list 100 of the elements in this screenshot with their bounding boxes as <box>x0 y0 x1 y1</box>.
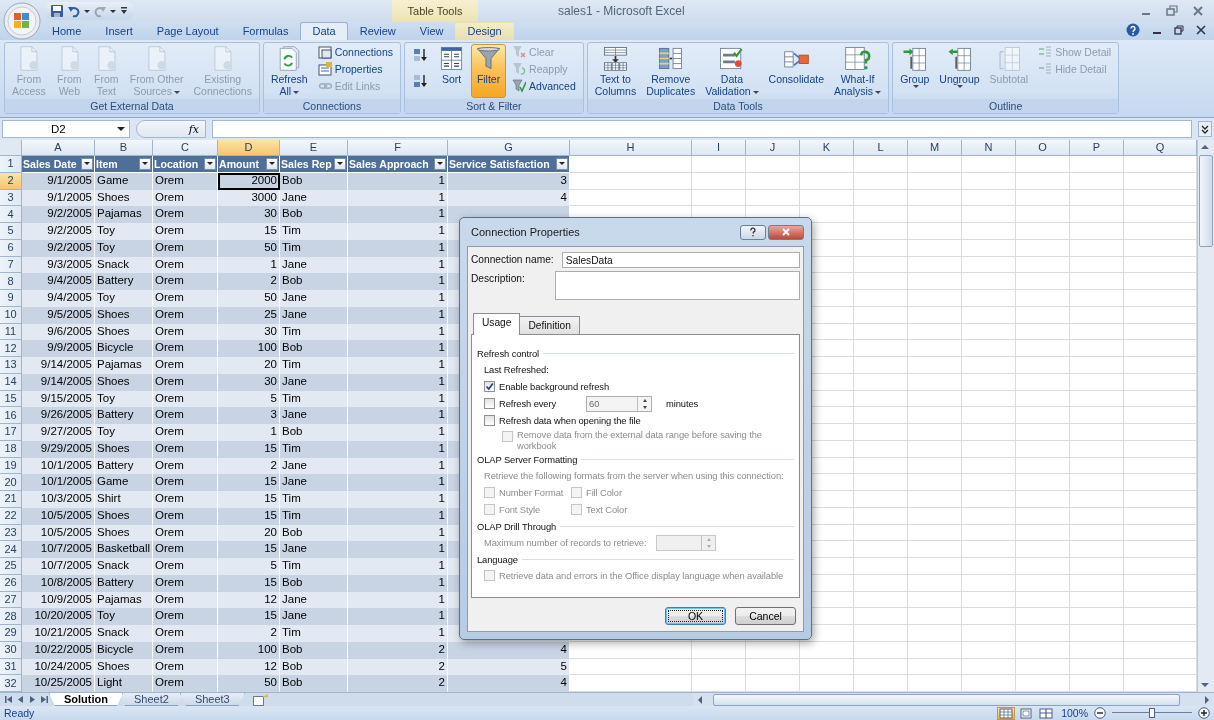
dialog-button[interactable]: Cancel <box>735 607 796 625</box>
table-cell[interactable]: Orem <box>153 206 218 223</box>
table-cell[interactable]: Basketball <box>95 541 153 558</box>
grid-cell[interactable] <box>1016 390 1070 408</box>
grid-cell[interactable] <box>1070 373 1124 391</box>
grid-cell[interactable] <box>1016 373 1070 391</box>
table-cell[interactable]: Tim <box>280 625 348 642</box>
grid-cell[interactable] <box>1016 407 1070 424</box>
grid-cell[interactable] <box>1016 424 1070 441</box>
row-header[interactable]: 12 <box>0 340 22 357</box>
table-cell[interactable]: 5 <box>218 558 280 575</box>
column-header[interactable]: I <box>692 140 746 156</box>
checkbox[interactable] <box>484 398 495 409</box>
row-header[interactable]: 20 <box>0 474 22 491</box>
row-header[interactable]: 32 <box>0 675 22 692</box>
grid-cell[interactable] <box>1070 273 1124 290</box>
help-button[interactable] <box>740 224 766 240</box>
grid-cell[interactable] <box>854 457 908 475</box>
grid-cell[interactable] <box>908 206 962 223</box>
grid-cell[interactable] <box>908 273 962 290</box>
table-cell[interactable]: Jane <box>280 541 348 558</box>
table-cell[interactable]: Bob <box>280 424 348 441</box>
grid-cell[interactable] <box>908 608 962 625</box>
grid-cell[interactable] <box>962 239 1016 257</box>
filter-dropdown-button[interactable] <box>556 157 568 170</box>
name-box[interactable]: D2 <box>2 120 130 138</box>
column-header[interactable]: M <box>908 140 962 156</box>
row-header[interactable]: 5 <box>0 223 22 240</box>
grid-cell[interactable] <box>800 156 854 173</box>
grid-cell[interactable] <box>570 156 692 173</box>
grid-cell[interactable] <box>1016 189 1070 207</box>
grid-cell[interactable] <box>962 306 1016 324</box>
table-cell[interactable]: Orem <box>153 541 218 558</box>
grid-cell[interactable] <box>746 189 800 207</box>
ribbon-button[interactable]: What-If Analysis <box>830 44 886 98</box>
grid-cell[interactable] <box>1016 541 1070 558</box>
table-cell[interactable]: Orem <box>153 357 218 374</box>
grid-cell[interactable] <box>1070 541 1124 558</box>
table-cell[interactable]: 50 <box>218 290 280 307</box>
grid-cell[interactable] <box>854 407 908 424</box>
ribbon-button[interactable]: Properties <box>313 61 398 77</box>
grid-cell[interactable] <box>1016 641 1070 659</box>
grid-cell[interactable] <box>908 172 962 190</box>
previous-sheet-icon[interactable] <box>16 695 25 704</box>
ribbon-button[interactable]: Group <box>896 44 934 98</box>
sheet-tab[interactable]: Solution <box>49 693 123 706</box>
table-cell[interactable]: 10/7/2005 <box>22 541 95 558</box>
table-cell[interactable]: 2 <box>348 675 448 692</box>
ribbon-button[interactable]: Advanced <box>508 78 580 94</box>
grid-cell[interactable] <box>692 172 746 190</box>
grid-cell[interactable] <box>1016 474 1070 491</box>
grid-cell[interactable] <box>570 641 692 659</box>
select-all-button[interactable] <box>0 140 22 156</box>
grid-cell[interactable] <box>962 541 1016 558</box>
table-cell[interactable]: 20 <box>218 357 280 374</box>
grid-cell[interactable] <box>1016 591 1070 609</box>
insert-function-button[interactable]: fx <box>188 122 199 136</box>
dialog-tab[interactable]: Definition <box>519 316 580 334</box>
column-header[interactable]: N <box>962 140 1016 156</box>
grid-cell[interactable] <box>854 440 908 458</box>
column-header[interactable]: H <box>570 140 692 156</box>
column-header[interactable]: P <box>1070 140 1124 156</box>
table-cell[interactable]: Orem <box>153 474 218 491</box>
grid-cell[interactable] <box>1070 290 1124 307</box>
grid-cell[interactable] <box>800 658 854 676</box>
grid-cell[interactable] <box>962 290 1016 307</box>
table-cell[interactable]: Shirt <box>95 491 153 508</box>
table-cell[interactable]: 1 <box>348 625 448 642</box>
grid-cell[interactable] <box>962 574 1016 592</box>
table-cell[interactable]: Snack <box>95 558 153 575</box>
grid-cell[interactable] <box>908 591 962 609</box>
grid-cell[interactable] <box>1070 507 1124 525</box>
table-cell[interactable]: Jane <box>280 608 348 625</box>
table-cell[interactable]: Orem <box>153 340 218 357</box>
grid-cell[interactable] <box>1016 524 1070 542</box>
grid-cell[interactable] <box>908 256 962 274</box>
grid-cell[interactable] <box>908 407 962 424</box>
scroll-thumb[interactable] <box>1199 155 1213 247</box>
table-cell[interactable]: 1 <box>348 491 448 508</box>
grid-cell[interactable] <box>746 658 800 676</box>
table-cell[interactable]: Toy <box>95 608 153 625</box>
sheet-tab[interactable]: Sheet2 <box>119 693 184 706</box>
grid-cell[interactable] <box>746 172 800 190</box>
table-cell[interactable]: 1 <box>348 541 448 558</box>
grid-cell[interactable] <box>1070 457 1124 475</box>
grid-cell[interactable] <box>962 189 1016 207</box>
grid-cell[interactable] <box>854 373 908 391</box>
grid-cell[interactable] <box>1016 206 1070 223</box>
table-cell[interactable]: Pajamas <box>95 357 153 374</box>
table-cell[interactable]: 1 <box>348 223 448 240</box>
dialog-button[interactable]: OK <box>665 607 726 625</box>
ribbon-button[interactable]: Connections <box>313 44 398 60</box>
grid-cell[interactable] <box>1070 306 1124 324</box>
grid-cell[interactable] <box>570 658 692 676</box>
grid-cell[interactable] <box>962 206 1016 223</box>
grid-cell[interactable] <box>1016 491 1070 508</box>
grid-cell[interactable] <box>854 306 908 324</box>
grid-cell[interactable] <box>962 323 1016 341</box>
column-header[interactable]: C <box>153 140 218 156</box>
table-cell[interactable]: 9/2/2005 <box>22 206 95 223</box>
